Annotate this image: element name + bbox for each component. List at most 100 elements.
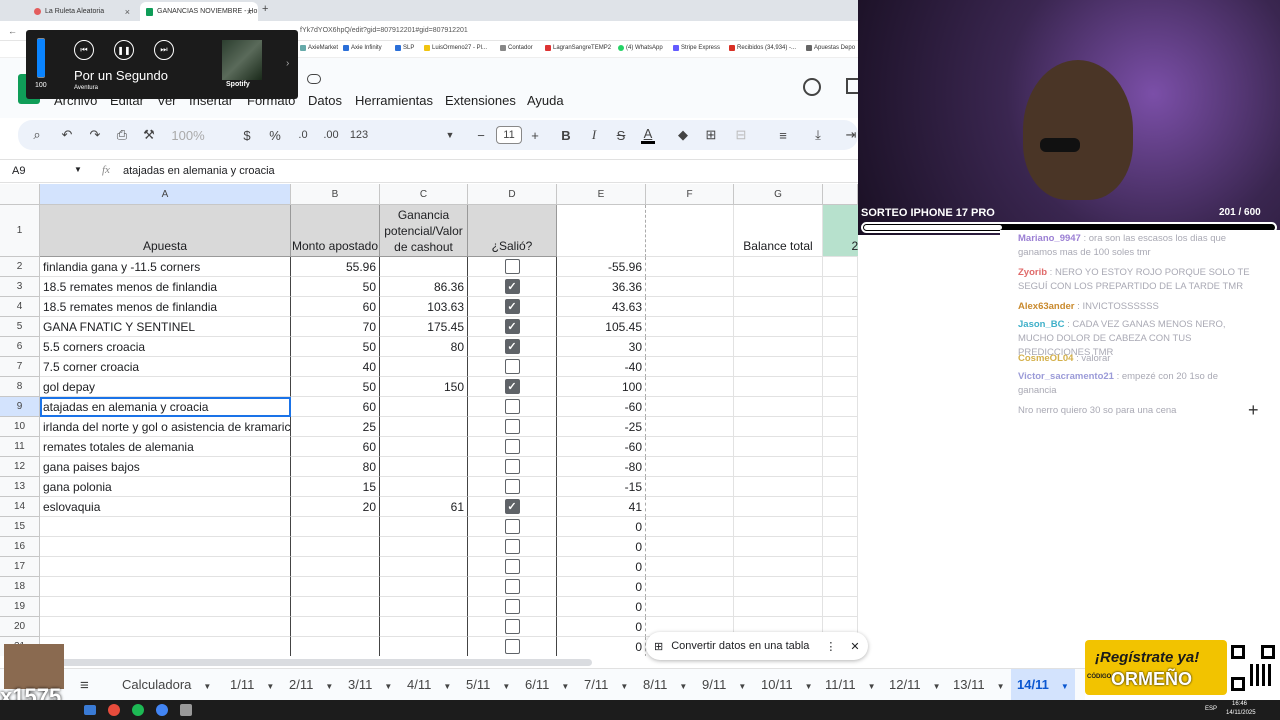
more-options-icon[interactable]: ⋮ <box>825 640 836 653</box>
cell[interactable] <box>646 297 734 317</box>
cell-apuesta[interactable] <box>40 637 291 656</box>
checkbox[interactable] <box>504 579 520 594</box>
sheet-tab[interactable]: 4/11 ▼ <box>401 669 457 700</box>
cell-ganancia[interactable] <box>380 457 468 477</box>
caret-down-icon[interactable]: ▼ <box>325 682 333 691</box>
caret-down-icon[interactable]: ▼ <box>502 682 510 691</box>
row-header[interactable]: 4 <box>0 297 40 317</box>
cell-resultado[interactable]: 41 <box>557 497 646 517</box>
cell-apuesta[interactable]: 5.5 corners croacia <box>40 337 291 357</box>
row-header[interactable]: 13 <box>0 477 40 497</box>
sheet-tab[interactable]: 6/11 ▼ <box>519 669 575 700</box>
header-cell-apuesta[interactable]: Apuesta <box>40 205 291 257</box>
cell-ganancia[interactable]: 175.45 <box>380 317 468 337</box>
chat-username[interactable]: Jason_BC <box>1018 319 1064 330</box>
cell-resultado[interactable]: 100 <box>557 377 646 397</box>
cell[interactable] <box>646 377 734 397</box>
cell[interactable] <box>734 297 823 317</box>
cell-resultado[interactable]: 105.45 <box>557 317 646 337</box>
cloud-saved-icon[interactable] <box>307 74 321 84</box>
sheet-tab[interactable]: 11/11 ▼ <box>819 669 882 700</box>
cell-ganancia[interactable] <box>380 617 468 637</box>
cell[interactable] <box>823 337 858 357</box>
cell[interactable] <box>646 337 734 357</box>
cell-resultado[interactable]: 0 <box>557 637 646 656</box>
formula-input[interactable]: atajadas en alemania y croacia <box>123 165 275 177</box>
cell-monto[interactable]: 80 <box>291 457 380 477</box>
sheet-tab[interactable]: 7/11 ▼ <box>578 669 634 700</box>
row-header[interactable]: 2 <box>0 257 40 277</box>
close-icon[interactable]: ✕ <box>850 640 859 653</box>
checkbox[interactable]: ✓ <box>504 279 520 294</box>
balance-total-label[interactable]: Balance total <box>734 205 823 257</box>
zoom-select[interactable]: 100% <box>168 126 208 144</box>
menu-item-datos[interactable]: Datos <box>308 93 342 108</box>
cell-monto[interactable]: 20 <box>291 497 380 517</box>
cell-monto[interactable] <box>291 557 380 577</box>
cell[interactable] <box>646 557 734 577</box>
checkbox[interactable] <box>504 639 520 654</box>
windows-start-icon[interactable] <box>84 705 96 715</box>
cell[interactable] <box>734 577 823 597</box>
row-header[interactable]: 8 <box>0 377 40 397</box>
checkbox[interactable] <box>504 619 520 634</box>
sheet-tab[interactable]: 2/11 ▼ <box>283 669 339 700</box>
cell-apuesta[interactable]: gana paises bajos <box>40 457 291 477</box>
menu-item-ayuda[interactable]: Ayuda <box>527 93 564 108</box>
app-icon[interactable] <box>108 704 120 716</box>
cell-resultado[interactable]: -55.96 <box>557 257 646 277</box>
cell[interactable] <box>734 497 823 517</box>
close-icon[interactable]: × <box>125 7 130 17</box>
cell[interactable] <box>823 477 858 497</box>
paint-format-icon[interactable]: ⚒ <box>140 126 158 144</box>
row-header[interactable]: 15 <box>0 517 40 537</box>
cell-monto[interactable]: 70 <box>291 317 380 337</box>
cell-apuesta[interactable] <box>40 597 291 617</box>
row-header[interactable]: 3 <box>0 277 40 297</box>
sheet-tab[interactable]: 8/11 ▼ <box>637 669 693 700</box>
cell[interactable] <box>734 597 823 617</box>
caret-down-icon[interactable]: ▼ <box>805 682 813 691</box>
row-header[interactable]: 10 <box>0 417 40 437</box>
cell[interactable] <box>646 357 734 377</box>
borders-icon[interactable]: ⊞ <box>704 126 718 144</box>
name-box[interactable]: A9 <box>12 165 25 177</box>
menu-item-herramientas[interactable]: Herramientas <box>355 93 433 108</box>
header-cell-monto[interactable]: Monto apostado <box>291 205 380 257</box>
cell[interactable] <box>646 277 734 297</box>
clock-date[interactable]: 14/11/2025 <box>1226 710 1256 716</box>
cell-ganancia[interactable] <box>380 637 468 656</box>
cell[interactable] <box>646 597 734 617</box>
cell-monto[interactable] <box>291 517 380 537</box>
percent-format-button[interactable]: % <box>268 126 282 144</box>
chat-username[interactable]: CosmeOL04 <box>1018 353 1073 364</box>
cell-apuesta[interactable]: irlanda del norte y gol o asistencia de … <box>40 417 291 437</box>
chevron-right-icon[interactable]: › <box>286 58 289 69</box>
checkbox[interactable]: ✓ <box>504 319 520 334</box>
cell[interactable] <box>646 257 734 277</box>
cell[interactable] <box>646 317 734 337</box>
bookmark[interactable]: Stripe Express <box>673 45 720 51</box>
caret-down-icon[interactable]: ▼ <box>561 682 569 691</box>
spreadsheet-grid[interactable]: A B C D E F G 1 Apuesta Monto apostado G… <box>0 184 858 656</box>
cell-ganancia[interactable]: 103.63 <box>380 297 468 317</box>
checkbox[interactable] <box>504 559 520 574</box>
row-header[interactable]: 20 <box>0 617 40 637</box>
cell[interactable] <box>823 377 858 397</box>
cell[interactable] <box>734 457 823 477</box>
cell[interactable] <box>823 277 858 297</box>
cell-monto[interactable]: 55.96 <box>291 257 380 277</box>
cell-apuesta[interactable]: gol depay <box>40 377 291 397</box>
cell[interactable] <box>646 497 734 517</box>
cell[interactable] <box>646 437 734 457</box>
chrome-taskbar-icon[interactable] <box>156 704 168 716</box>
cell[interactable] <box>646 537 734 557</box>
row-header[interactable]: 12 <box>0 457 40 477</box>
cell[interactable] <box>734 377 823 397</box>
cell[interactable] <box>646 417 734 437</box>
font-dropdown-icon[interactable]: ▼ <box>443 126 457 144</box>
cell[interactable] <box>734 277 823 297</box>
checkbox[interactable] <box>504 539 520 554</box>
clock-time[interactable]: 16:46 <box>1232 701 1247 707</box>
new-tab-icon[interactable]: + <box>262 3 268 15</box>
